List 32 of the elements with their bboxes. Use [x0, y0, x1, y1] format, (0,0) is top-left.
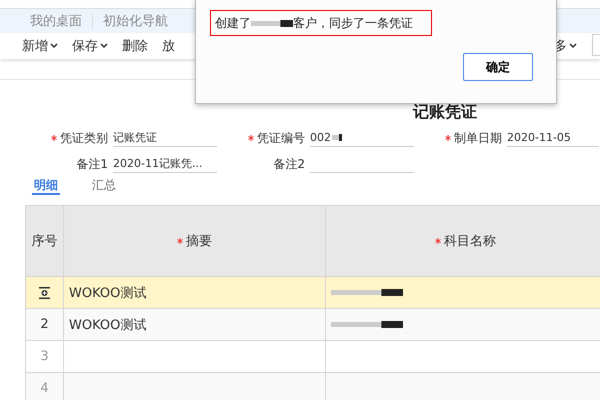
redaction-mark [251, 18, 293, 28]
tab[interactable]: 明细 [32, 177, 60, 195]
field-label: 制单日期 [454, 130, 502, 146]
table-row[interactable]: WOKOO测试 [26, 277, 600, 309]
table-cell: 4 [26, 373, 64, 400]
insert-row-icon[interactable] [39, 286, 50, 298]
toolbar-button[interactable]: 新增 [18, 37, 62, 55]
column-header: 序号 [32, 233, 58, 250]
field-label: 凭证编号 [257, 130, 305, 146]
tab[interactable]: 汇总 [90, 177, 118, 195]
caret-icon [100, 43, 108, 49]
column-header: 科目名称 [444, 233, 496, 250]
caret-icon [50, 43, 58, 49]
field-label: 备注2 [273, 156, 305, 172]
toolbar-button[interactable]: 放 [158, 37, 179, 55]
field-label: 备注1 [76, 156, 108, 172]
column-header: 摘要 [186, 233, 212, 250]
toolbar-button[interactable]: 保存 [68, 37, 112, 55]
caret-icon [569, 43, 577, 49]
redaction-mark [332, 132, 342, 142]
input-field[interactable]: 002 [310, 128, 414, 147]
voucher-title: 记账凭证 [412, 101, 478, 121]
toolbar-button[interactable]: 删除 [118, 37, 152, 55]
field-label: 凭证类别 [60, 130, 108, 146]
input-field[interactable]: 2020-11-05 [507, 128, 599, 147]
input-field[interactable]: 记账凭证 [113, 128, 217, 147]
alert-message: 创建了 客户，同步了一条凭证 [210, 10, 432, 36]
input-field[interactable]: 2020-11记账凭... [113, 154, 217, 173]
redaction-mark [331, 320, 403, 329]
ok-button[interactable]: 确定 [463, 53, 533, 81]
table-row[interactable]: 2 WOKOO测试 [26, 309, 600, 341]
redaction-mark [331, 288, 403, 297]
